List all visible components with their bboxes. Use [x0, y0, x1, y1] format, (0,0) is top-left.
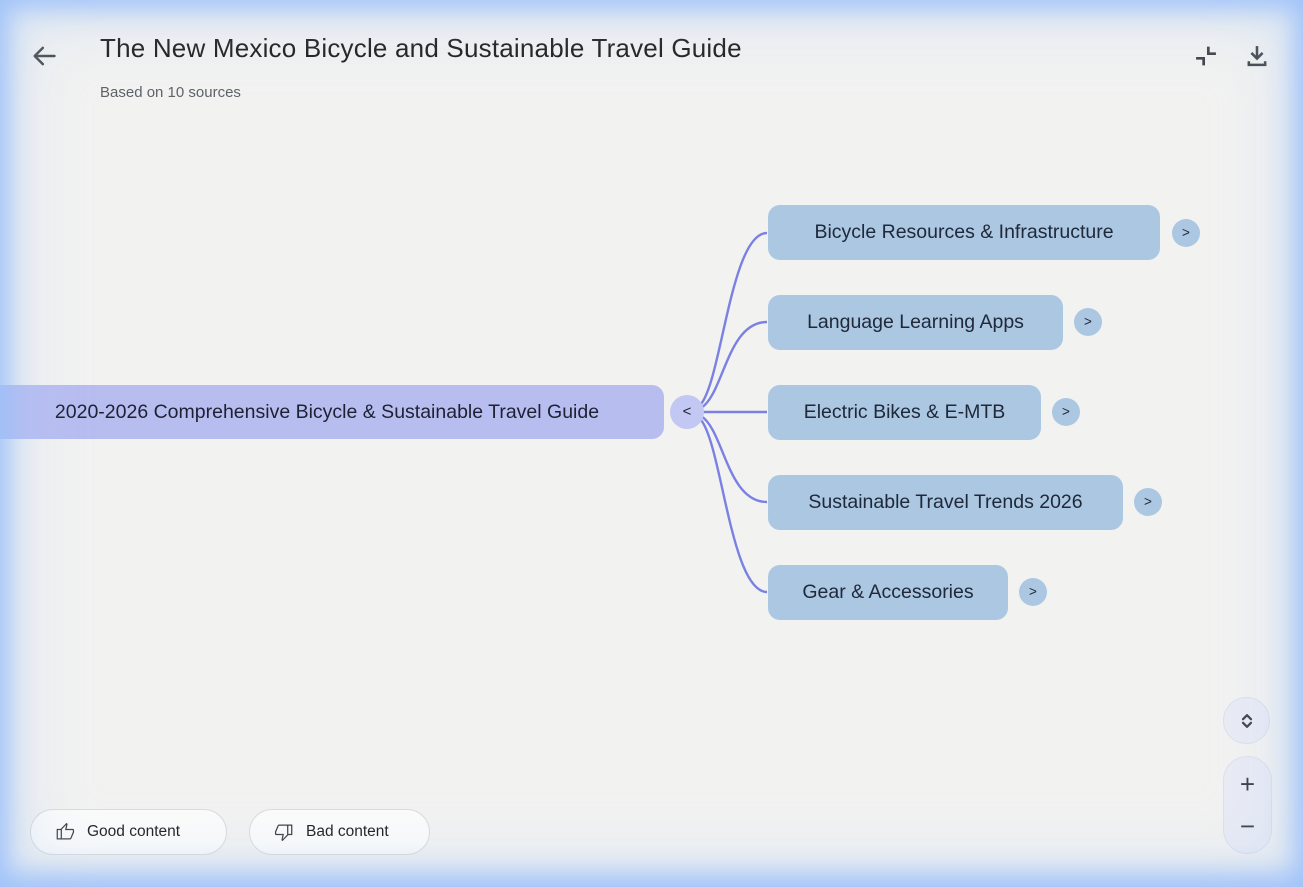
mindmap-connectors — [0, 0, 1303, 887]
zoom-controls: + − — [1223, 756, 1272, 854]
collapse-window-icon — [1192, 42, 1222, 70]
collapse-branch-button[interactable]: < — [670, 395, 704, 429]
expand-branch-button[interactable]: > — [1052, 398, 1080, 426]
edge-glow — [0, 0, 1303, 887]
mindmap-root-node[interactable]: 2020-2026 Comprehensive Bicycle & Sustai… — [0, 385, 664, 439]
page-title: The New Mexico Bicycle and Sustainable T… — [100, 33, 742, 64]
mindmap-node-sustainable-trends[interactable]: Sustainable Travel Trends 2026 — [768, 475, 1123, 530]
bad-content-button[interactable]: Bad content — [249, 809, 430, 855]
mindmap-node-electric-bikes[interactable]: Electric Bikes & E-MTB — [768, 385, 1041, 440]
expand-branch-button[interactable]: > — [1019, 578, 1047, 606]
thumb-up-icon — [55, 822, 75, 842]
arrow-left-icon — [30, 42, 62, 70]
mindmap-node-bicycle-resources[interactable]: Bicycle Resources & Infrastructure — [768, 205, 1160, 260]
download-button[interactable] — [1243, 41, 1273, 71]
mindmap-node-gear-accessories[interactable]: Gear & Accessories — [768, 565, 1008, 620]
expand-branch-button[interactable]: > — [1172, 219, 1200, 247]
mindmap-node-language-apps[interactable]: Language Learning Apps — [768, 295, 1063, 350]
download-icon — [1243, 42, 1273, 70]
zoom-out-button[interactable]: − — [1224, 805, 1271, 853]
thumb-down-icon — [274, 822, 294, 842]
unfold-more-icon — [1235, 709, 1259, 733]
expand-branch-button[interactable]: > — [1134, 488, 1162, 516]
bad-content-label: Bad content — [306, 823, 389, 841]
zoom-in-button[interactable]: + — [1224, 757, 1271, 805]
expand-branch-button[interactable]: > — [1074, 308, 1102, 336]
good-content-button[interactable]: Good content — [30, 809, 227, 855]
pan-vertical-button[interactable] — [1223, 697, 1270, 744]
mindmap-viewer: The New Mexico Bicycle and Sustainable T… — [0, 0, 1303, 887]
collapse-window-button[interactable] — [1192, 41, 1222, 71]
sources-count: Based on 10 sources — [100, 84, 241, 101]
back-button[interactable] — [30, 40, 62, 72]
good-content-label: Good content — [87, 823, 180, 841]
